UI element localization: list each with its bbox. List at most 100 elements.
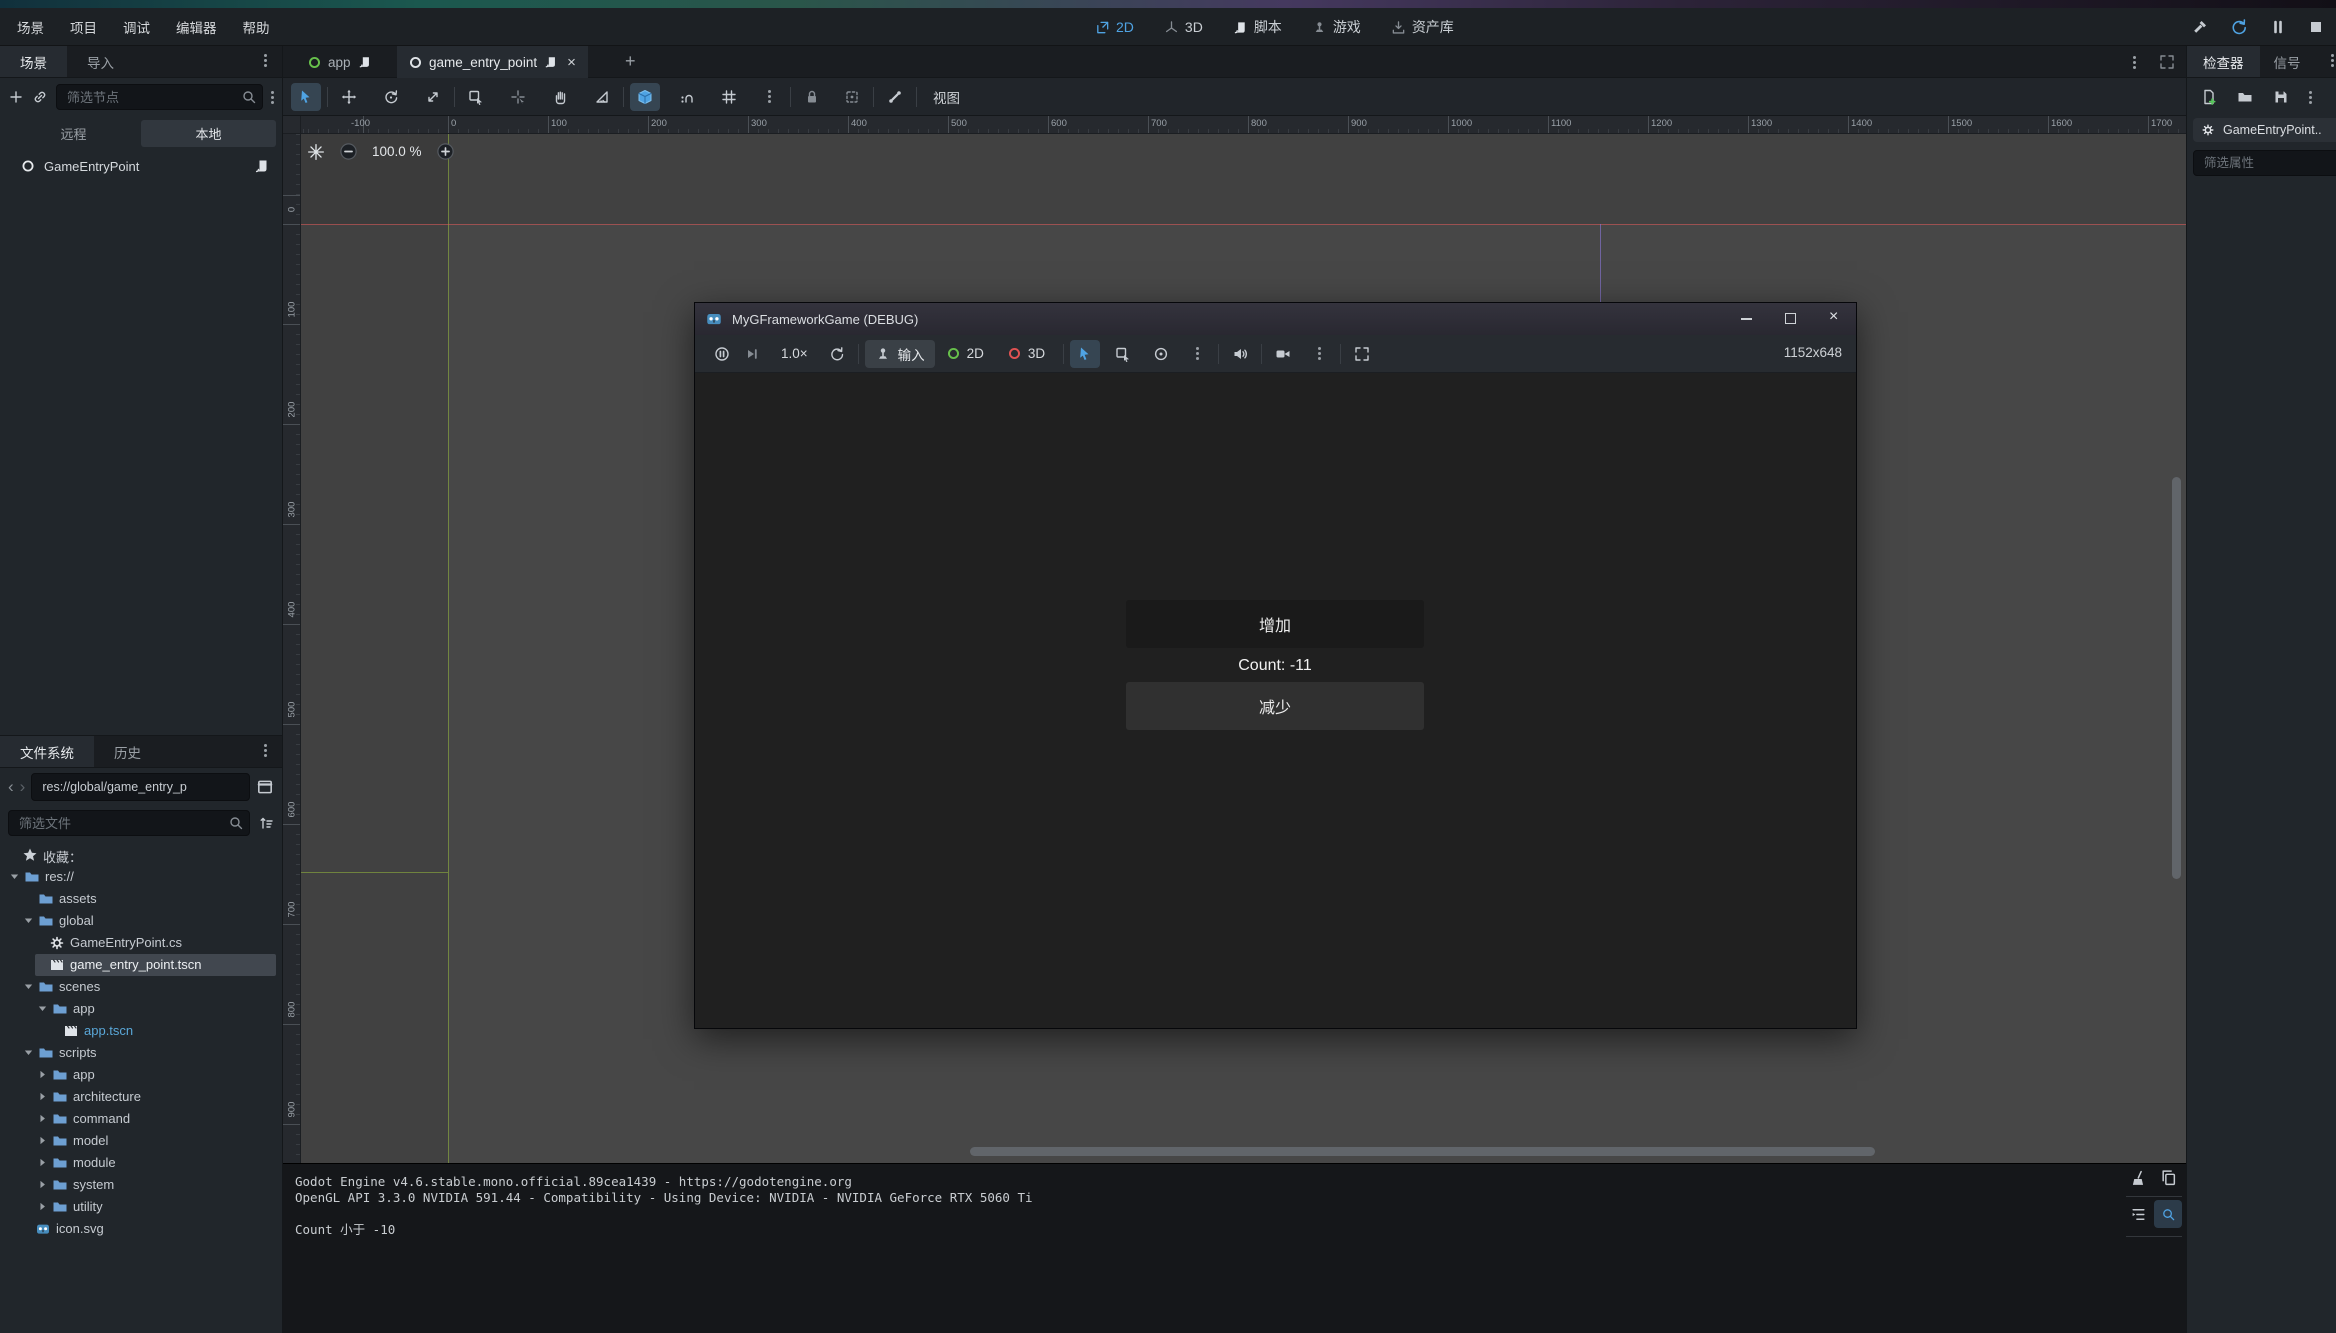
mute-audio-icon[interactable]: [1225, 340, 1255, 368]
fs-item-scripts[interactable]: scripts: [0, 1042, 283, 1064]
caret-right-icon[interactable]: [36, 1156, 49, 1169]
nav-forward-icon[interactable]: ›: [20, 777, 26, 797]
pause-icon[interactable]: [2270, 19, 2286, 35]
scene-tab-game-entry-point[interactable]: game_entry_point ×: [397, 46, 588, 78]
restart-game-icon[interactable]: [822, 340, 852, 368]
new-resource-icon[interactable]: [2201, 89, 2217, 105]
view-menu-button[interactable]: 视图: [923, 87, 970, 107]
caret-down-icon[interactable]: [22, 980, 35, 993]
debug-tool-icon[interactable]: [2192, 19, 2208, 35]
fs-item-utility[interactable]: utility: [0, 1196, 283, 1218]
move-tool-icon[interactable]: [334, 83, 364, 111]
pivot-tool-icon[interactable]: [503, 83, 533, 111]
grid-snap-icon[interactable]: [714, 83, 744, 111]
scene-tree-root-row[interactable]: GameEntryPoint: [0, 154, 282, 178]
caret-right-icon[interactable]: [36, 1178, 49, 1191]
fs-item-assets[interactable]: assets: [0, 888, 283, 910]
list-select-icon[interactable]: [461, 83, 491, 111]
tab-signals[interactable]: 信号: [2260, 46, 2315, 77]
fs-item-module[interactable]: module: [0, 1152, 283, 1174]
workspace-3D[interactable]: 3D: [1164, 19, 1203, 35]
fs-item-command[interactable]: command: [0, 1108, 283, 1130]
scale-tool-icon[interactable]: [418, 83, 448, 111]
caret-right-icon[interactable]: [36, 1068, 49, 1081]
minimize-icon[interactable]: [1741, 318, 1752, 320]
camera-focus-icon[interactable]: [1146, 340, 1176, 368]
menu-编辑器[interactable]: 编辑器: [163, 8, 230, 46]
caret-down-icon[interactable]: [8, 870, 21, 883]
tab-inspector[interactable]: 检查器: [2187, 46, 2260, 77]
tab-history[interactable]: 历史: [94, 736, 161, 767]
menu-项目[interactable]: 项目: [57, 8, 110, 46]
maximize-icon[interactable]: [1785, 313, 1796, 324]
caret-right-icon[interactable]: [36, 1090, 49, 1103]
workspace-资产库[interactable]: 资产库: [1391, 17, 1454, 37]
fs-item-global[interactable]: global: [0, 910, 283, 932]
resource-menu-icon[interactable]: [2309, 91, 2312, 104]
scene-tab-app[interactable]: app: [296, 46, 384, 78]
decrease-button[interactable]: 减少: [1126, 682, 1424, 730]
input-mode-button[interactable]: 输入: [865, 340, 935, 368]
skeleton-options-icon[interactable]: [880, 83, 910, 111]
select-tool-icon[interactable]: [291, 83, 321, 111]
path-field[interactable]: [31, 773, 250, 801]
local-button[interactable]: 本地: [141, 120, 276, 147]
script-icon[interactable]: [544, 55, 558, 69]
collapse-output-icon[interactable]: [2130, 1206, 2147, 1223]
ruler-corner[interactable]: [283, 116, 301, 134]
caret-down-icon[interactable]: [22, 914, 35, 927]
filesystem-menu-icon[interactable]: [264, 744, 267, 757]
embed-scale-button[interactable]: 1.0×: [767, 346, 822, 361]
pan-tool-icon[interactable]: [545, 83, 575, 111]
search-output-button[interactable]: [2154, 1200, 2182, 1228]
menu-帮助[interactable]: 帮助: [230, 8, 283, 46]
instance-scene-icon[interactable]: [32, 89, 48, 105]
nav-back-icon[interactable]: ‹: [8, 777, 14, 797]
caret-down-icon[interactable]: [22, 1046, 35, 1059]
rotate-tool-icon[interactable]: [376, 83, 406, 111]
scene-tree-menu-icon[interactable]: [271, 91, 274, 104]
new-tab-icon[interactable]: +: [625, 51, 636, 72]
center-view-icon[interactable]: [307, 143, 325, 161]
zoom-out-icon[interactable]: [339, 142, 358, 161]
copy-output-icon[interactable]: [2160, 1169, 2177, 1186]
fs-item-game_entry_point.tscn[interactable]: game_entry_point.tscn: [0, 954, 283, 976]
fs-item-app.tscn[interactable]: app.tscn: [0, 1020, 283, 1042]
camera-menu-icon[interactable]: [1304, 340, 1334, 368]
game-window-titlebar[interactable]: MyGFrameworkGame (DEBUG) ×: [695, 303, 1856, 335]
tab-filesystem[interactable]: 文件系统: [0, 736, 94, 767]
filter-nodes-input[interactable]: [56, 84, 263, 110]
edited-object-chip[interactable]: GameEntryPoint..: [2193, 118, 2336, 142]
h-scrollbar[interactable]: [970, 1147, 1875, 1156]
fs-item-app[interactable]: app: [0, 998, 283, 1020]
close-window-icon[interactable]: ×: [1829, 308, 1838, 326]
fs-item-icon.svg[interactable]: icon.svg: [0, 1218, 283, 1240]
restart-icon[interactable]: [2230, 18, 2248, 36]
fs-item-GameEntryPoint.cs[interactable]: GameEntryPoint.cs: [0, 932, 283, 954]
caret-down-icon[interactable]: [36, 1002, 49, 1015]
caret-right-icon[interactable]: [36, 1134, 49, 1147]
dock-tab-overflow-icon[interactable]: [2331, 54, 2334, 67]
tab-import[interactable]: 导入: [67, 46, 134, 77]
mode-3d-button[interactable]: 3D: [996, 346, 1057, 361]
game-select-tool-icon[interactable]: [1070, 340, 1100, 368]
workspace-2D[interactable]: 2D: [1095, 19, 1134, 35]
expand-editor-icon[interactable]: [2159, 54, 2175, 70]
caret-right-icon[interactable]: [36, 1112, 49, 1125]
save-resource-icon[interactable]: [2273, 89, 2289, 105]
v-scrollbar[interactable]: [2172, 477, 2181, 879]
smart-snap-icon[interactable]: [630, 83, 660, 111]
caret-right-icon[interactable]: [36, 1200, 49, 1213]
game-list-select-icon[interactable]: [1108, 340, 1138, 368]
workspace-游戏[interactable]: 游戏: [1312, 17, 1361, 37]
fullscreen-icon[interactable]: [1347, 340, 1377, 368]
add-node-icon[interactable]: [8, 89, 24, 105]
sort-files-icon[interactable]: [258, 815, 274, 831]
increase-button[interactable]: 增加: [1126, 600, 1424, 648]
ruler-tool-icon[interactable]: [587, 83, 617, 111]
script-icon[interactable]: [358, 55, 372, 69]
load-resource-icon[interactable]: [2237, 89, 2253, 105]
tabbar-menu-icon[interactable]: [2133, 56, 2136, 69]
fs-item-system[interactable]: system: [0, 1174, 283, 1196]
filter-files-input[interactable]: [8, 810, 250, 836]
